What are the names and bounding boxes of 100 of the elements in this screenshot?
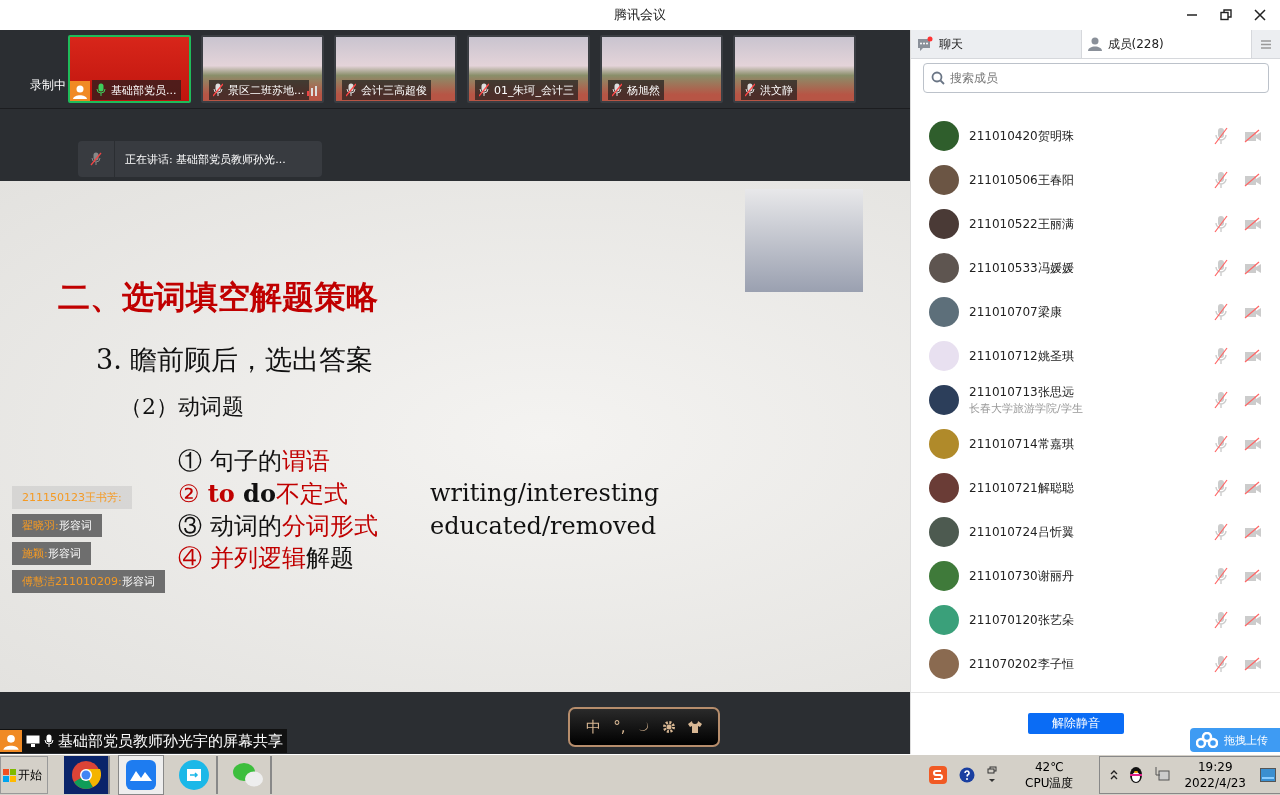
video-tile[interactable]: 杨旭然	[600, 35, 723, 103]
temperature-label: CPU温度	[1025, 775, 1074, 791]
camera-off-icon[interactable]	[1244, 349, 1262, 363]
share-label: 基础部党员教师孙光宇的屏幕共享	[58, 731, 283, 751]
punctuation-button[interactable]: °,	[613, 718, 626, 736]
member-name: 211070202李子恒	[969, 655, 1075, 673]
camera-off-icon[interactable]	[1244, 481, 1262, 495]
participant-name: 杨旭然	[627, 82, 660, 98]
video-tile[interactable]: 景区二班苏地...	[201, 35, 324, 103]
muted-microphone-icon[interactable]	[1214, 347, 1228, 365]
member-row[interactable]: 211010420贺明珠	[911, 114, 1280, 158]
slide-point: ④ 并列逻辑解题	[178, 543, 355, 574]
network-icon[interactable]	[1154, 767, 1171, 783]
member-row[interactable]: 211010522王丽满	[911, 202, 1280, 246]
slide-point: ② to do不定式	[178, 478, 349, 510]
browser-icon	[71, 760, 101, 790]
penguin-icon[interactable]	[1128, 766, 1145, 784]
camera-off-icon[interactable]	[1244, 525, 1262, 539]
member-row[interactable]: 211010712姚圣琪	[911, 334, 1280, 378]
muted-microphone-icon[interactable]	[1214, 523, 1228, 541]
camera-off-icon[interactable]	[1244, 569, 1262, 583]
member-name: 211010714常嘉琪	[969, 435, 1075, 453]
muted-microphone-icon[interactable]	[1214, 127, 1228, 145]
slide-point: ③ 动词的分词形式	[178, 511, 379, 542]
camera-off-icon[interactable]	[1244, 393, 1262, 407]
video-tile[interactable]: 洪文静	[733, 35, 856, 103]
screen-share-icon	[26, 735, 40, 747]
video-tile[interactable]: 基础部党员...	[68, 35, 191, 103]
speaking-text: 正在讲话: 基础部党员教师孙光...	[125, 151, 286, 167]
member-row[interactable]: 211010707梁康	[911, 290, 1280, 334]
folder-transfer-icon	[179, 760, 209, 790]
panel-tab[interactable]: 成员(228)	[1081, 30, 1252, 58]
help-icon[interactable]	[959, 767, 976, 783]
muted-microphone-icon[interactable]	[1214, 391, 1228, 409]
member-row[interactable]: 211070120张艺朵	[911, 598, 1280, 642]
member-name: 211010522王丽满	[969, 215, 1075, 233]
member-name: 211010712姚圣琪	[969, 347, 1075, 365]
close-icon[interactable]	[1254, 9, 1266, 21]
camera-off-icon[interactable]	[1244, 217, 1262, 231]
slide-heading: 二、选词填空解题策略	[58, 277, 378, 318]
gear-icon[interactable]	[661, 720, 676, 734]
muted-microphone-icon[interactable]	[1214, 479, 1228, 497]
muted-microphone-icon[interactable]	[1214, 611, 1228, 629]
recording-label: 录制中	[30, 77, 66, 94]
chat-bubbles-icon	[232, 761, 264, 789]
member-row[interactable]: 211010533冯媛媛	[911, 246, 1280, 290]
muted-microphone-icon[interactable]	[1214, 655, 1228, 673]
member-name: 211010533冯媛媛	[969, 259, 1075, 277]
member-row[interactable]: 211010713张思远 长春大学旅游学院/学生	[911, 378, 1280, 422]
unmute-button[interactable]: 解除静音	[1027, 713, 1124, 734]
camera-off-icon[interactable]	[1244, 305, 1262, 319]
chat-bubble: 傅慧洁211010209:形容词	[12, 570, 165, 593]
window-title: 腾讯会议	[614, 6, 666, 24]
member-name: 211010721解聪聪	[969, 479, 1075, 497]
member-row[interactable]: 211010506王春阳	[911, 158, 1280, 202]
camera-off-icon[interactable]	[1244, 613, 1262, 627]
member-row[interactable]: 211010730谢丽丹	[911, 554, 1280, 598]
muted-microphone-icon[interactable]	[1214, 215, 1228, 233]
muted-microphone-icon	[90, 152, 102, 166]
window-switch-icon[interactable]	[987, 766, 998, 784]
cloud-icon	[1196, 732, 1218, 748]
camera-off-icon[interactable]	[1244, 437, 1262, 451]
camera-off-icon[interactable]	[1244, 657, 1262, 671]
member-row[interactable]: 211010724吕忻翼	[911, 510, 1280, 554]
shirt-icon[interactable]	[687, 721, 702, 733]
clock-time: 19:29	[1197, 759, 1233, 775]
desktop-icon[interactable]	[1260, 768, 1276, 782]
camera-off-icon[interactable]	[1244, 173, 1262, 187]
member-name: 211070120张艺朵	[969, 611, 1075, 629]
muted-microphone-icon[interactable]	[1214, 259, 1228, 277]
panel-tab[interactable]: 聊天	[911, 30, 1082, 58]
search-field[interactable]: 搜索成员	[923, 63, 1269, 93]
chevron-up-icon[interactable]	[1110, 770, 1119, 780]
member-row[interactable]: 211010714常嘉琪	[911, 422, 1280, 466]
muted-microphone-icon[interactable]	[1214, 567, 1228, 585]
camera-off-icon[interactable]	[1244, 129, 1262, 143]
muted-microphone-icon[interactable]	[1214, 435, 1228, 453]
restore-icon[interactable]	[1220, 9, 1232, 21]
participant-name: 会计三高超俊	[361, 82, 427, 98]
taskbar-app[interactable]	[64, 756, 110, 794]
start-button[interactable]: 开始	[0, 756, 48, 794]
video-tile[interactable]: 01_朱珂_会计三	[467, 35, 590, 103]
input-method-icon[interactable]	[929, 766, 948, 784]
person-icon	[0, 730, 22, 752]
member-name: 211010724吕忻翼	[969, 523, 1075, 541]
slide-example: educated/removed	[430, 511, 657, 542]
muted-microphone-icon[interactable]	[1214, 171, 1228, 189]
camera-off-icon[interactable]	[1244, 261, 1262, 275]
participant-name: 洪文静	[760, 82, 793, 98]
video-tile[interactable]: 会计三高超俊	[334, 35, 457, 103]
ime-mode-button[interactable]: 中	[586, 717, 602, 737]
muted-microphone-icon[interactable]	[1214, 303, 1228, 321]
menu-icon	[1261, 39, 1271, 49]
temperature-value: 42℃	[1034, 759, 1064, 775]
slide-subheading: 3. 瞻前顾后，选出答案	[96, 343, 374, 377]
member-row[interactable]: 211010721解聪聪	[911, 466, 1280, 510]
member-name: 211010713张思远	[969, 384, 1075, 401]
member-row[interactable]: 211070202李子恒	[911, 642, 1280, 686]
chat-bubble: 翟晓羽:形容词	[12, 514, 102, 537]
signal-icon	[307, 86, 317, 96]
